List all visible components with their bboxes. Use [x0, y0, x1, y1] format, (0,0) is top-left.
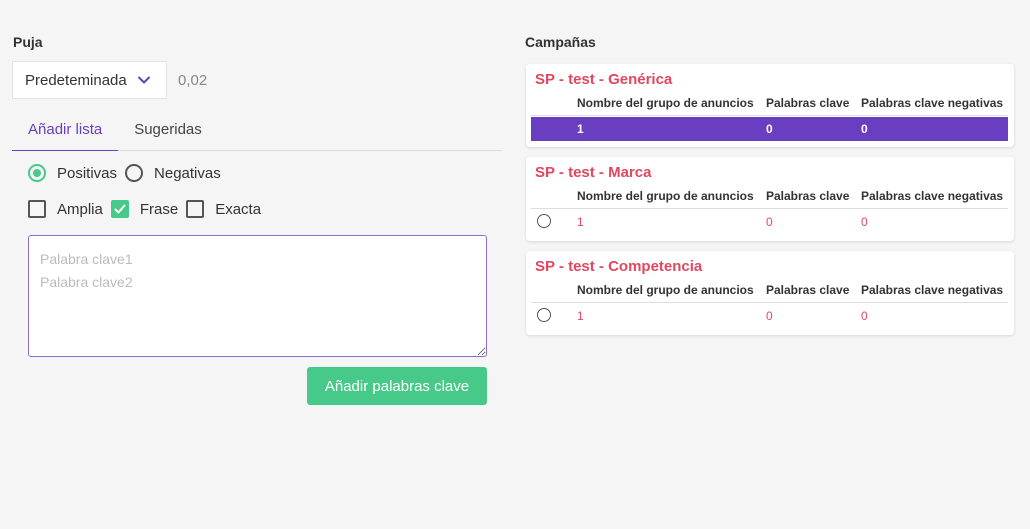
col-keywords: Palabras clave	[766, 189, 850, 203]
table-header: Nombre del grupo de anuncios Palabras cl…	[531, 96, 1008, 116]
keywords-count: 0	[766, 309, 773, 323]
campaign-name: SP - test - Competencia	[535, 258, 703, 275]
ad-group-count: 1	[577, 215, 584, 229]
bid-value: 0,02	[178, 71, 208, 89]
table-header: Nombre del grupo de anuncios Palabras cl…	[531, 189, 1008, 209]
row-select-radio[interactable]	[537, 308, 551, 322]
match-broad-checkbox[interactable]	[28, 200, 46, 218]
campaign-card: SP - test - Genérica Nombre del grupo de…	[526, 64, 1014, 147]
chevron-down-icon	[137, 73, 151, 87]
ad-group-count: 1	[577, 309, 584, 323]
col-ad-group-name: Nombre del grupo de anuncios	[577, 283, 754, 297]
match-exact-checkbox[interactable]	[186, 200, 205, 218]
positive-label: Positivas	[57, 164, 118, 182]
table-header: Nombre del grupo de anuncios Palabras cl…	[531, 283, 1008, 303]
positive-radio[interactable]	[28, 164, 46, 182]
negative-keywords-count: 0	[861, 122, 868, 136]
polarity-options: Positivas Negativas	[28, 164, 229, 182]
campaigns-section-title: Campañas	[525, 34, 596, 50]
ad-group-count: 1	[577, 122, 584, 136]
tab-suggested[interactable]: Sugeridas	[118, 113, 218, 151]
match-broad-label: Amplia	[57, 200, 103, 218]
match-type-options: Amplia Frase Exacta	[28, 200, 269, 218]
campaign-card: SP - test - Marca Nombre del grupo de an…	[526, 157, 1014, 241]
match-phrase-checkbox[interactable]	[110, 200, 129, 218]
table-row[interactable]: 1 0 0	[531, 210, 1008, 234]
match-phrase-option[interactable]: Frase	[110, 200, 179, 218]
add-keywords-button[interactable]: Añadir palabras clave	[307, 367, 487, 405]
negative-radio[interactable]	[125, 164, 144, 182]
match-exact-option[interactable]: Exacta	[186, 200, 261, 218]
bid-section-title: Puja	[13, 34, 43, 50]
bid-strategy-select[interactable]: Predeteminada	[12, 61, 167, 99]
positive-option[interactable]: Positivas	[28, 164, 117, 182]
keywords-count: 0	[766, 122, 773, 136]
keywords-count: 0	[766, 215, 773, 229]
col-ad-group-name: Nombre del grupo de anuncios	[577, 96, 754, 110]
campaign-name: SP - test - Marca	[535, 164, 652, 181]
col-negative-keywords: Palabras clave negativas	[861, 96, 1004, 110]
keyword-tabs: Añadir lista Sugeridas	[12, 113, 502, 151]
negative-keywords-count: 0	[861, 309, 868, 323]
table-row[interactable]: 1 0 0	[531, 117, 1008, 141]
campaign-name: SP - test - Genérica	[535, 71, 673, 88]
campaign-card: SP - test - Competencia Nombre del grupo…	[526, 251, 1014, 335]
match-broad-option[interactable]: Amplia	[28, 200, 103, 218]
col-negative-keywords: Palabras clave negativas	[861, 283, 1004, 297]
col-keywords: Palabras clave	[766, 96, 850, 110]
tab-add-list[interactable]: Añadir lista	[12, 113, 119, 151]
col-keywords: Palabras clave	[766, 283, 850, 297]
row-select-radio[interactable]	[537, 214, 551, 228]
negative-label: Negativas	[154, 164, 221, 182]
match-phrase-label: Frase	[139, 200, 179, 218]
negative-keywords-count: 0	[861, 215, 868, 229]
checkmark-icon	[114, 204, 126, 214]
keywords-textarea[interactable]	[28, 235, 487, 357]
col-negative-keywords: Palabras clave negativas	[861, 189, 1004, 203]
negative-option[interactable]: Negativas	[125, 164, 221, 182]
bid-strategy-value: Predeteminada	[25, 71, 127, 89]
col-ad-group-name: Nombre del grupo de anuncios	[577, 189, 754, 203]
bid-row: Predeteminada 0,02	[12, 61, 207, 99]
table-row[interactable]: 1 0 0	[531, 304, 1008, 328]
match-exact-label: Exacta	[215, 200, 262, 218]
